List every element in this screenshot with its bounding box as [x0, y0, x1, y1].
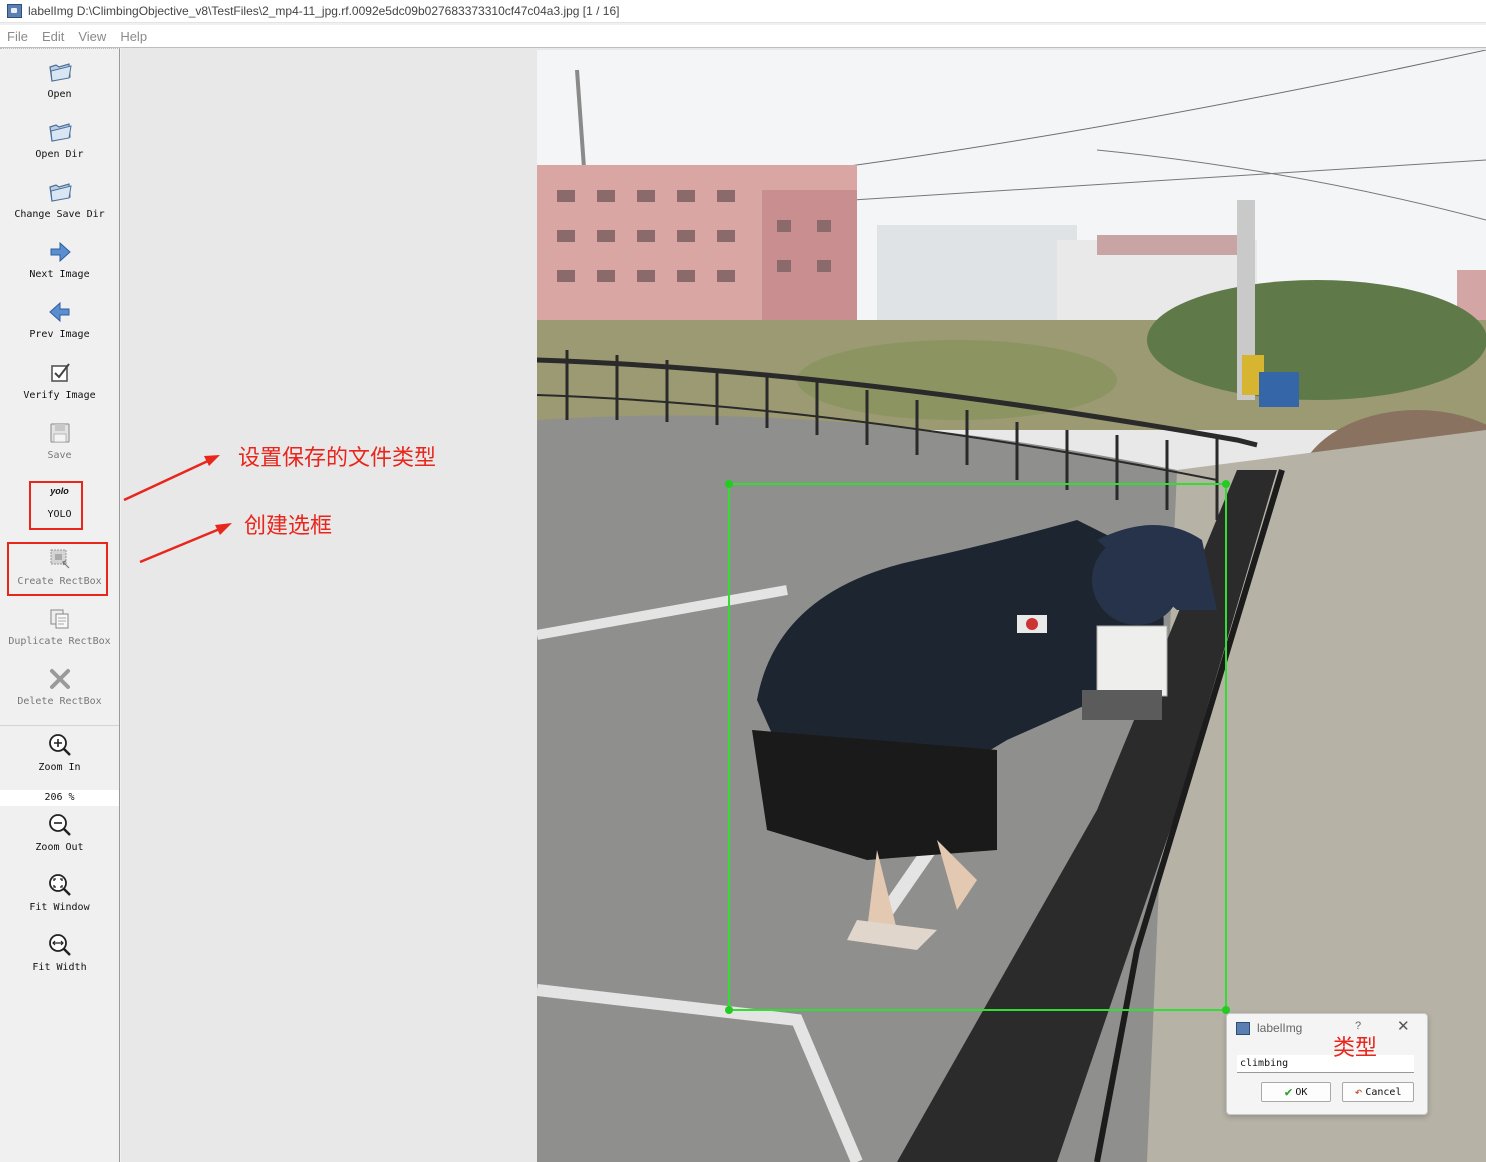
cancel-button[interactable]: ↶ Cancel	[1342, 1082, 1414, 1102]
ok-button[interactable]: ✔ OK	[1261, 1082, 1331, 1102]
ok-label: OK	[1295, 1086, 1308, 1098]
label-input[interactable]	[1237, 1055, 1414, 1073]
labelimg-app-icon	[1236, 1022, 1250, 1035]
create-box-annotation: 创建选框	[244, 514, 333, 539]
undo-icon: ↶	[1354, 1084, 1363, 1100]
dialog-title: labelImg	[1257, 1021, 1303, 1035]
save-format-annotation: 设置保存的文件类型	[238, 446, 437, 471]
label-dialog: labelImg ? ✕ ✔ OK ↶ Cancel	[1226, 1013, 1428, 1115]
cancel-label: Cancel	[1365, 1086, 1402, 1098]
check-icon: ✔	[1284, 1084, 1293, 1100]
annotation-arrows	[123, 455, 1326, 1058]
close-icon[interactable]: ✕	[1397, 1017, 1410, 1035]
class-annotation: 类型	[1333, 1036, 1378, 1061]
